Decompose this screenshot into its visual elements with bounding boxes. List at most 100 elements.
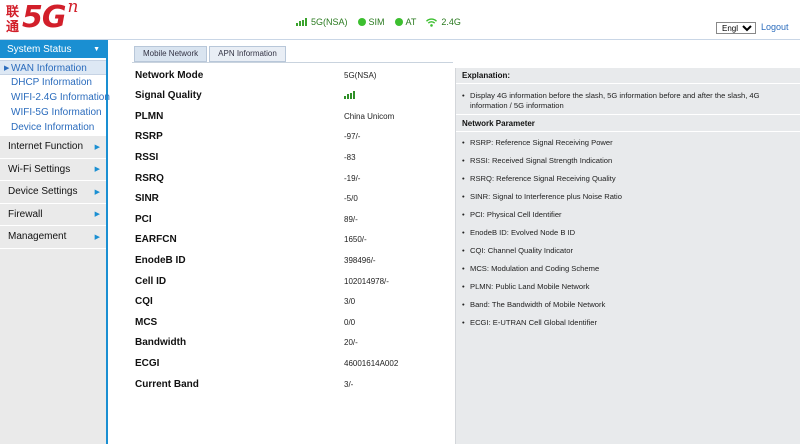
- chevron-right-icon: ▶: [94, 143, 100, 151]
- help-item: PLMN: Public Land Mobile Network: [462, 282, 796, 292]
- router-admin-page: 联 通 5G n 5G(NSA) SIM AT 2.4G English Log…: [0, 0, 800, 444]
- param-row: SINR -5/0: [132, 189, 453, 209]
- status-at: AT: [394, 17, 417, 27]
- sidebar-subitem-label: WIFI-5G Information: [11, 107, 102, 118]
- tab-mobile-network[interactable]: Mobile Network: [134, 46, 208, 62]
- status-sim: SIM: [357, 17, 385, 27]
- param-label: Current Band: [135, 378, 199, 390]
- sidebar-subitem-device-information[interactable]: Device Information: [0, 120, 106, 135]
- param-row: CQI 3/0: [132, 292, 453, 312]
- param-label: SINR: [135, 193, 159, 205]
- param-value: -83: [344, 152, 356, 162]
- param-row: EARFCN 1650/-: [132, 230, 453, 250]
- sidebar-item-label: Firewall: [8, 208, 43, 220]
- mobile-network-parameters: Network Mode 5G(NSA) Signal Quality PLMN…: [132, 62, 453, 444]
- logo-char-bottom: 通: [6, 20, 20, 35]
- logo-5g: 5G: [22, 0, 66, 35]
- param-row: RSSI -83: [132, 147, 453, 167]
- sidebar-item-label: Management: [8, 231, 67, 243]
- sidebar-item-management[interactable]: Management ▶: [0, 226, 106, 249]
- param-label: Bandwidth: [135, 337, 187, 349]
- wifi-icon: [426, 17, 438, 27]
- param-value: 398496/-: [344, 255, 376, 265]
- sidebar-item-wifi-settings[interactable]: Wi-Fi Settings ▶: [0, 159, 106, 181]
- sidebar-item-internet-function[interactable]: Internet Function ▶: [0, 136, 106, 159]
- param-label: Signal Quality: [135, 90, 202, 102]
- param-value: 1650/-: [344, 235, 367, 245]
- signal-bars-icon: [296, 18, 308, 26]
- status-dot-icon: [357, 18, 366, 26]
- sidebar-item-label: Wi-Fi Settings: [8, 163, 71, 175]
- param-row: Bandwidth 20/-: [132, 333, 453, 353]
- param-value: 3/0: [344, 297, 356, 307]
- sidebar-subitem-wifi24-information[interactable]: WIFI-2.4G Information: [0, 90, 110, 105]
- param-row: PCI 89/-: [132, 209, 453, 229]
- param-label: CQI: [135, 296, 153, 308]
- sidebar-subitem-wifi5-information[interactable]: WIFI-5G Information: [0, 105, 106, 120]
- status-dot-icon: [394, 18, 403, 26]
- param-value: 102014978/-: [344, 276, 389, 286]
- help-item: RSRP: Reference Signal Receiving Power: [462, 138, 796, 148]
- param-value: China Unicom: [344, 111, 395, 121]
- param-label: PLMN: [135, 110, 164, 122]
- chevron-down-icon: ▼: [93, 45, 100, 53]
- param-row: MCS 0/0: [132, 312, 453, 332]
- content-tabs: Mobile Network APN Information: [134, 46, 288, 62]
- param-value: 46001614A002: [344, 358, 399, 368]
- divider: [456, 131, 800, 132]
- sidebar-item-label: Device Settings: [8, 186, 78, 198]
- main-content: Network Mode 5G(NSA) Signal Quality PLMN…: [110, 62, 800, 444]
- logout-link[interactable]: Logout: [761, 22, 789, 32]
- help-item: ECGI: E-UTRAN Cell Global Identifier: [462, 318, 796, 328]
- signal-bars-icon: [344, 90, 356, 99]
- system-status-submenu: ▶ WAN Information DHCP Information WIFI-…: [0, 58, 110, 136]
- sidebar-item-system-status[interactable]: System Status ▼: [0, 40, 106, 58]
- header: 联 通 5G n 5G(NSA) SIM AT 2.4G English Log…: [0, 0, 800, 40]
- param-row: PLMN China Unicom: [132, 106, 453, 126]
- param-row: EnodeB ID 398496/-: [132, 250, 453, 270]
- sidebar-subitem-label: Device Information: [11, 122, 95, 133]
- divider: [456, 114, 800, 115]
- help-panel: Explanation: Display 4G information befo…: [455, 68, 800, 444]
- divider: [456, 83, 800, 84]
- chevron-right-icon: ▶: [94, 211, 100, 219]
- help-item: Band: The Bandwidth of Mobile Network: [462, 300, 796, 310]
- chevron-right-icon: ▶: [4, 65, 10, 72]
- status-at-label: AT: [405, 17, 417, 27]
- tab-apn-information[interactable]: APN Information: [209, 46, 286, 62]
- brand-logo: 联 通 5G n: [6, 0, 79, 39]
- param-value: -19/-: [344, 173, 361, 183]
- chevron-right-icon: ▶: [94, 233, 100, 241]
- status-network-label: 5G(NSA): [311, 17, 348, 27]
- sidebar-subitem-dhcp-information[interactable]: DHCP Information: [0, 75, 106, 90]
- param-row: Current Band 3/-: [132, 374, 453, 394]
- param-label: RSRP: [135, 131, 163, 143]
- param-value: -97/-: [344, 132, 361, 142]
- param-label: PCI: [135, 213, 152, 225]
- param-label: EARFCN: [135, 234, 177, 246]
- help-item: MCS: Modulation and Coding Scheme: [462, 264, 796, 274]
- param-row: Network Mode 5G(NSA): [132, 65, 453, 85]
- param-label: MCS: [135, 316, 158, 328]
- network-parameter-title: Network Parameter: [462, 119, 535, 128]
- param-label: ECGI: [135, 357, 160, 369]
- sidebar-item-firewall[interactable]: Firewall ▶: [0, 204, 106, 226]
- help-item: RSRQ: Reference Signal Receiving Quality: [462, 174, 796, 184]
- param-value: 0/0: [344, 317, 356, 327]
- sidebar-item-device-settings[interactable]: Device Settings ▶: [0, 181, 106, 204]
- explanation-title: Explanation:: [462, 71, 511, 80]
- param-label: EnodeB ID: [135, 254, 186, 266]
- status-sim-label: SIM: [368, 17, 385, 27]
- logo-superscript: n: [67, 0, 79, 17]
- status-wifi: 2.4G: [426, 17, 461, 27]
- sidebar-subitem-wan-information[interactable]: ▶ WAN Information: [0, 60, 106, 75]
- sidebar-item-label: Internet Function: [8, 141, 84, 153]
- param-value: 89/-: [344, 214, 358, 224]
- help-item: EnodeB ID: Evolved Node B ID: [462, 228, 796, 238]
- chevron-right-icon: ▶: [94, 188, 100, 196]
- signal-quality-value: [344, 90, 356, 101]
- param-row: ECGI 46001614A002: [132, 353, 453, 373]
- sidebar-item-label: System Status: [7, 43, 72, 55]
- language-select[interactable]: English: [716, 22, 756, 34]
- help-item: RSSI: Received Signal Strength Indicatio…: [462, 156, 796, 166]
